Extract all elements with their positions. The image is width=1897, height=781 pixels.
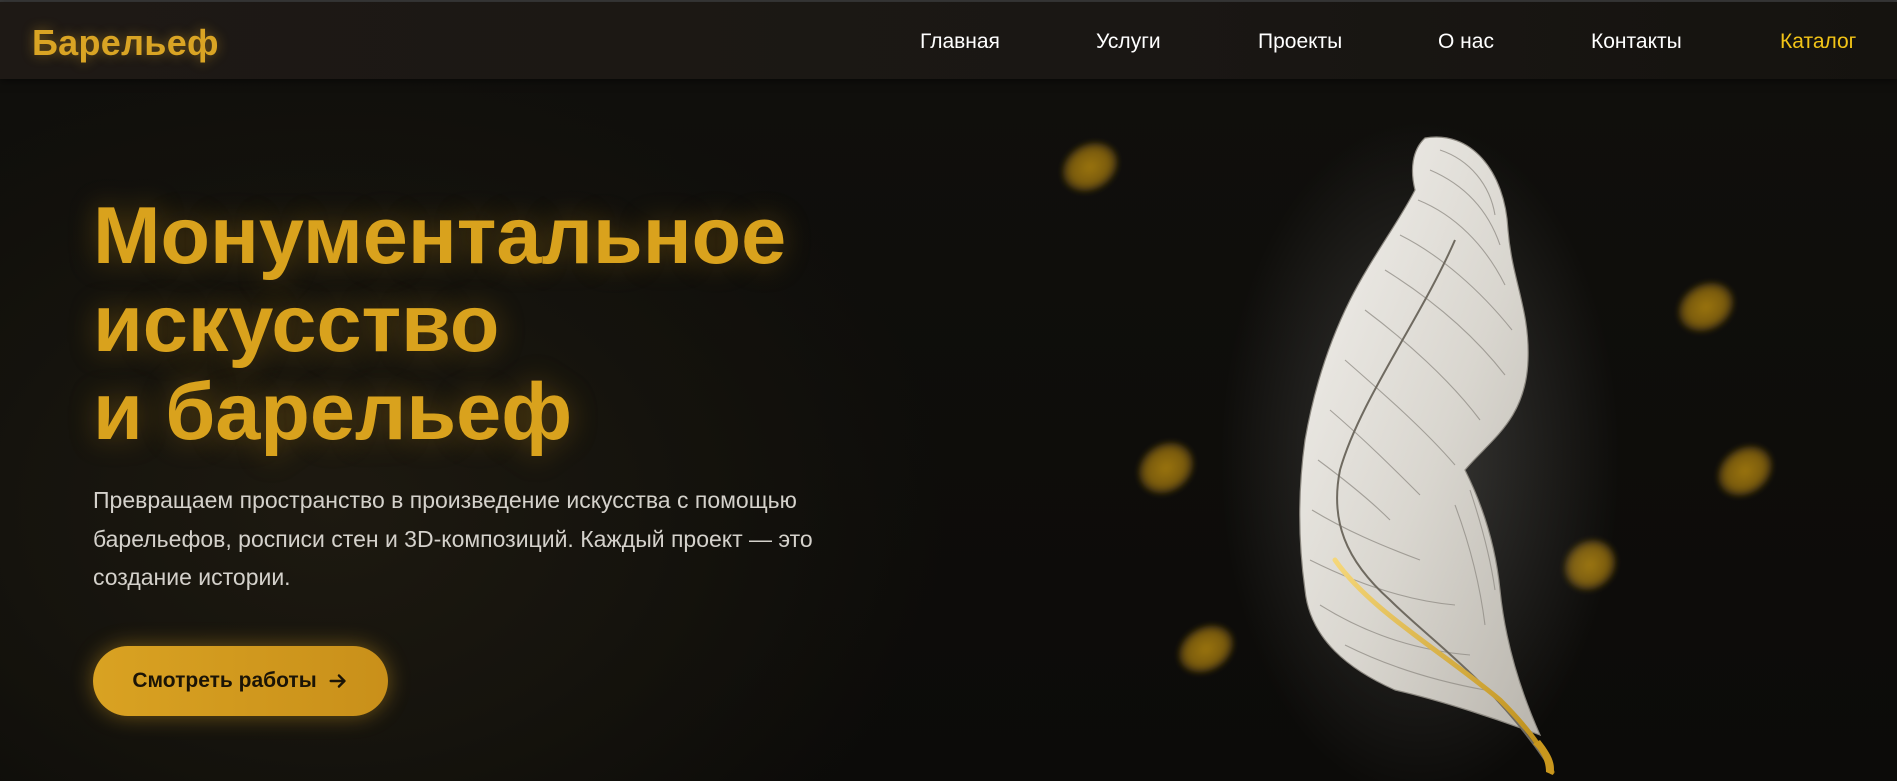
arrow-right-icon (329, 674, 346, 688)
hero-subtext: Превращаем пространство в произведение и… (93, 487, 813, 590)
hero-headline: Монументальное искусство и барельеф (93, 192, 993, 456)
headline-line-3: и барельеф (93, 367, 573, 457)
gold-blob (1717, 445, 1773, 497)
nav-link-about[interactable]: О нас (1438, 30, 1494, 54)
nav-link-projects[interactable]: Проекты (1258, 30, 1342, 54)
nav-link-home[interactable]: Главная (920, 30, 1000, 54)
gold-blob (1678, 282, 1734, 332)
feather-illustration (1062, 120, 1773, 781)
gold-blob (1138, 442, 1194, 494)
view-works-label: Смотреть работы (132, 669, 317, 692)
nav-link-services[interactable]: Услуги (1096, 30, 1161, 54)
headline-line-2: искусство (93, 279, 500, 369)
navbar: Барельеф Главная Услуги Проекты О нас Ко… (0, 2, 1897, 79)
nav-link-contacts[interactable]: Контакты (1591, 30, 1682, 54)
headline-line-1: Монументальное (93, 191, 787, 281)
nav-link-catalog[interactable]: Каталог (1780, 30, 1856, 54)
logo[interactable]: Барельеф (32, 22, 219, 64)
view-works-button[interactable]: Смотреть работы (93, 646, 388, 716)
gold-blob (1178, 625, 1234, 673)
gold-blob (1062, 142, 1118, 192)
